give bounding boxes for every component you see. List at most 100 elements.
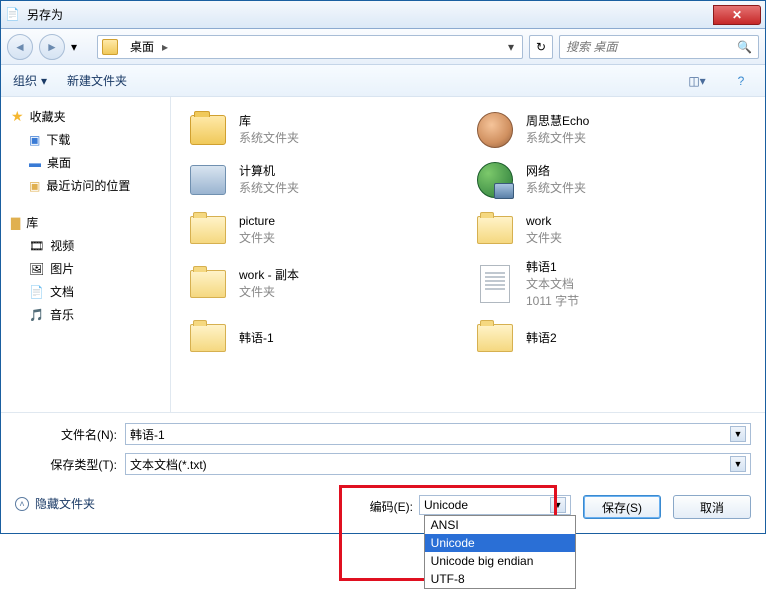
sidebar: ★收藏夹 ▣下载 ▬桌面 ▣最近访问的位置 ▇库 🎞视频 🖼图片 📄文档 🎵音乐 [1,97,171,412]
list-item[interactable]: 韩语2 [470,313,757,363]
folder-icon [187,317,229,359]
folder-icon [187,263,229,305]
item-name: picture [239,213,275,230]
sidebar-item-documents[interactable]: 📄文档 [5,280,166,303]
chevron-down-icon[interactable]: ▼ [550,497,566,513]
user-icon [474,109,516,151]
item-sub: 系统文件夹 [526,130,589,147]
folder-icon [102,39,118,55]
item-name: 韩语1 [526,259,579,276]
toolbar: 组织 ▾ 新建文件夹 ◫▾ ? [1,65,765,97]
filename-label: 文件名(N): [15,426,125,443]
help-button[interactable]: ? [729,70,753,92]
txt-icon [474,263,516,305]
encoding-option[interactable]: Unicode big endian [425,552,575,570]
list-item[interactable]: 韩语1文本文档1011 字节 [470,255,757,313]
forward-button[interactable]: ► [39,34,65,60]
search-input[interactable] [566,40,737,54]
music-icon: 🎵 [29,308,44,322]
back-button[interactable]: ◄ [7,34,33,60]
cancel-button[interactable]: 取消 [673,495,751,519]
chevron-down-icon[interactable]: ▼ [730,456,746,472]
item-name: 韩语-1 [239,330,274,347]
history-dropdown[interactable]: ▾ [71,40,91,54]
address-bar[interactable]: 桌面 ▸ ▾ [97,35,523,59]
encoding-select[interactable]: Unicode ▼ [419,495,571,515]
item-name: 韩语2 [526,330,557,347]
item-name: 计算机 [239,163,299,180]
list-item[interactable]: work - 副本文件夹 [183,255,470,313]
sidebar-item-music[interactable]: 🎵音乐 [5,303,166,326]
nav-bar: ◄ ► ▾ 桌面 ▸ ▾ ↻ 🔍 [1,29,765,65]
refresh-button[interactable]: ↻ [529,35,553,59]
organize-menu[interactable]: 组织 ▾ [13,72,47,89]
app-icon: 📄 [5,7,21,23]
bottom-panel: 文件名(N): 韩语-1 ▼ 保存类型(T): 文本文档(*.txt) ▼ [1,412,765,489]
breadcrumb[interactable]: 桌面 [124,36,160,57]
item-name: 网络 [526,163,586,180]
list-item[interactable]: 网络系统文件夹 [470,155,757,205]
footer: ˄ 隐藏文件夹 编码(E): Unicode ▼ ANSIUnicodeUnic… [1,489,765,533]
encoding-block: 编码(E): Unicode ▼ ANSIUnicodeUnicode big … [370,495,571,515]
save-as-dialog: 📄 另存为 ✕ ◄ ► ▾ 桌面 ▸ ▾ ↻ 🔍 组织 ▾ 新建文件夹 ◫▾ ?… [0,0,766,534]
list-item[interactable]: 周思慧Echo系统文件夹 [470,105,757,155]
list-item[interactable]: 韩语-1 [183,313,470,363]
item-sub: 文件夹 [239,230,275,247]
folder-icon [187,209,229,251]
list-item[interactable]: work文件夹 [470,205,757,255]
list-item[interactable]: picture文件夹 [183,205,470,255]
hide-folders-toggle[interactable]: ˄ 隐藏文件夹 [15,495,95,512]
filename-input[interactable]: 韩语-1 ▼ [125,423,751,445]
encoding-label: 编码(E): [370,495,413,515]
item-sub: 文本文档 [526,276,579,293]
sidebar-item-downloads[interactable]: ▣下载 [5,128,166,151]
item-sub: 系统文件夹 [239,180,299,197]
window-title: 另存为 [27,6,713,23]
close-button[interactable]: ✕ [713,5,761,25]
sidebar-item-pictures[interactable]: 🖼图片 [5,257,166,280]
list-item[interactable]: 计算机系统文件夹 [183,155,470,205]
picture-icon: 🖼 [29,262,44,276]
titlebar: 📄 另存为 ✕ [1,1,765,29]
view-button[interactable]: ◫▾ [685,70,709,92]
encoding-option[interactable]: Unicode [425,534,575,552]
chevron-up-icon: ˄ [15,497,29,511]
item-sub: 文件夹 [239,284,299,301]
desktop-icon: ▬ [29,156,41,170]
folder-icon [474,317,516,359]
encoding-dropdown: ANSIUnicodeUnicode big endianUTF-8 [424,515,576,589]
sidebar-item-video[interactable]: 🎞视频 [5,234,166,257]
encoding-option[interactable]: ANSI [425,516,575,534]
file-list: 库系统文件夹周思慧Echo系统文件夹计算机系统文件夹网络系统文件夹picture… [171,97,765,412]
folder-icon [474,209,516,251]
sidebar-item-desktop[interactable]: ▬桌面 [5,151,166,174]
search-icon[interactable]: 🔍 [737,40,752,54]
sidebar-item-recent[interactable]: ▣最近访问的位置 [5,174,166,197]
network-icon [474,159,516,201]
chevron-down-icon[interactable]: ▾ [504,40,518,54]
star-icon: ★ [11,108,24,125]
computer-icon [187,159,229,201]
filetype-select[interactable]: 文本文档(*.txt) ▼ [125,453,751,475]
lib-icon [187,109,229,151]
library-icon: ▇ [11,216,20,230]
encoding-option[interactable]: UTF-8 [425,570,575,588]
list-item[interactable]: 库系统文件夹 [183,105,470,155]
filetype-label: 保存类型(T): [15,456,125,473]
chevron-right-icon[interactable]: ▸ [160,40,170,54]
item-name: work [526,213,562,230]
sidebar-library[interactable]: ▇库 [5,211,166,234]
new-folder-button[interactable]: 新建文件夹 [67,72,127,89]
item-sub: 系统文件夹 [526,180,586,197]
item-sub: 文件夹 [526,230,562,247]
item-sub2: 1011 字节 [526,293,579,310]
chevron-down-icon: ▾ [41,74,47,88]
save-button[interactable]: 保存(S) [583,495,661,519]
item-sub: 系统文件夹 [239,130,299,147]
item-name: work - 副本 [239,267,299,284]
search-box[interactable]: 🔍 [559,35,759,59]
sidebar-favorites[interactable]: ★收藏夹 [5,105,166,128]
chevron-down-icon[interactable]: ▼ [730,426,746,442]
item-name: 库 [239,113,299,130]
document-icon: 📄 [29,285,44,299]
